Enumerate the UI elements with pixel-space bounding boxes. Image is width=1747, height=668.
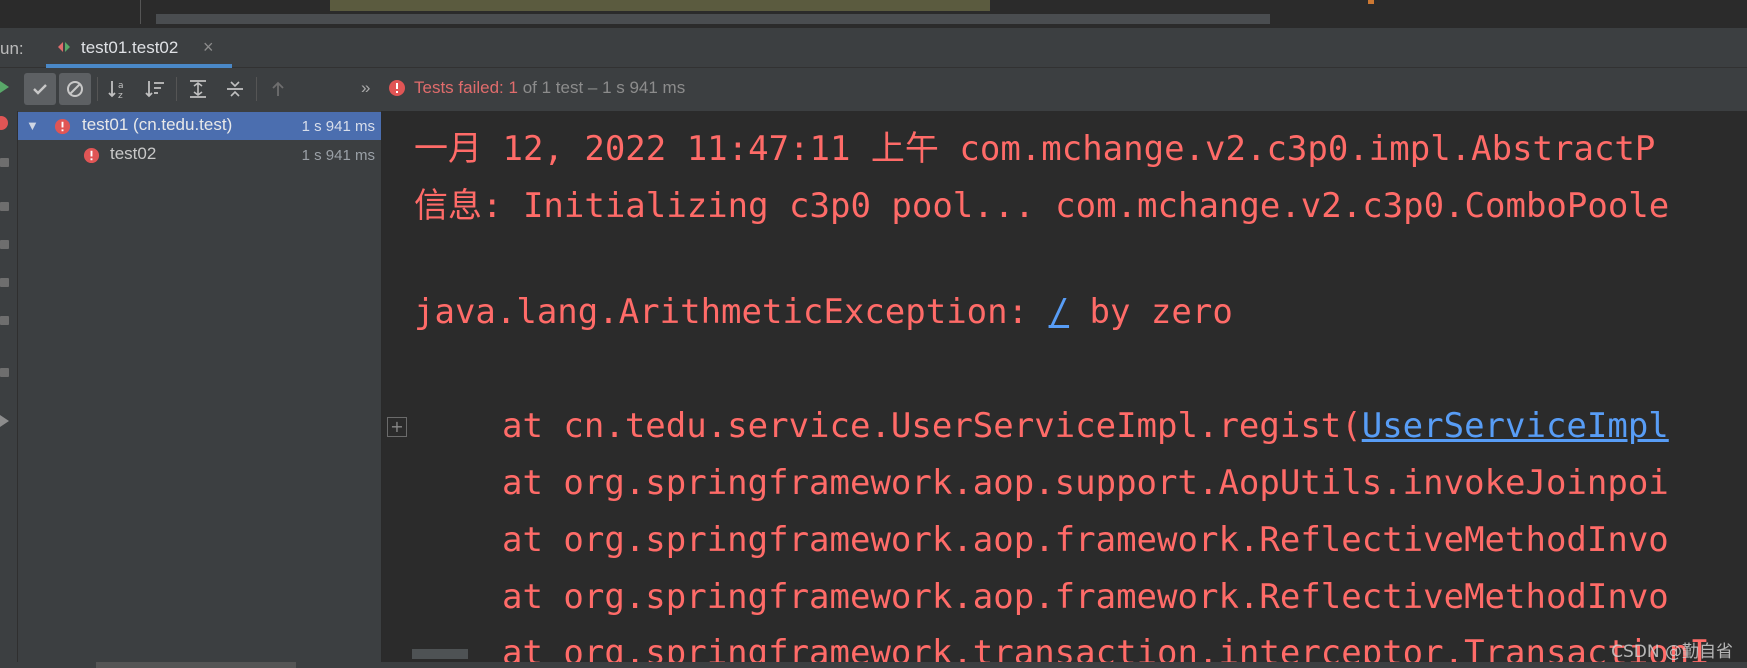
editor-horizontal-scrollbar[interactable] bbox=[156, 14, 1270, 24]
action-icon[interactable] bbox=[0, 316, 9, 325]
scrollbar-thumb[interactable] bbox=[96, 662, 296, 668]
highlighted-line bbox=[330, 0, 990, 11]
layout-icon[interactable] bbox=[0, 368, 9, 377]
sort-duration-icon bbox=[145, 81, 164, 98]
test-tree: ▼ test01 (cn.tedu.test) 1 s 941 ms test0… bbox=[18, 111, 382, 668]
code-marker bbox=[1368, 0, 1374, 4]
run-tab-bar: un: test01.test02 × bbox=[0, 28, 1747, 68]
tab-title: test01.test02 bbox=[81, 38, 179, 57]
test-runner-toolbar: az » Tests failed: 1 of 1 test – 1 s 941… bbox=[17, 68, 1747, 111]
action-icon[interactable] bbox=[0, 278, 9, 287]
stack-frame: at org.springframework.aop.framework.Ref… bbox=[502, 577, 1669, 617]
action-icon[interactable] bbox=[0, 240, 9, 249]
source-link[interactable]: UserServiceImpl bbox=[1362, 406, 1669, 446]
error-icon bbox=[54, 118, 71, 140]
log-line: 信息: Initializing c3p0 pool... com.mchang… bbox=[414, 186, 1670, 226]
sort-alpha-icon: az bbox=[108, 81, 124, 100]
show-passed-button[interactable] bbox=[24, 73, 56, 105]
toolbar-separator bbox=[256, 77, 257, 101]
bottom-scrollbar bbox=[0, 662, 1747, 668]
failed-count: 1 bbox=[508, 78, 518, 97]
tree-item-test02[interactable]: test02 1 s 941 ms bbox=[18, 141, 381, 169]
toolbar-separator bbox=[97, 77, 98, 101]
error-icon bbox=[0, 116, 8, 130]
sort-by-duration-button[interactable] bbox=[139, 73, 171, 105]
error-icon bbox=[83, 147, 100, 169]
arrow-up-icon bbox=[272, 81, 284, 96]
editor-top-strip bbox=[0, 0, 1747, 28]
collapse-all-button[interactable] bbox=[219, 73, 251, 105]
pin-icon[interactable] bbox=[0, 414, 9, 432]
test-status: Tests failed: 1 of 1 test – 1 s 941 ms bbox=[414, 78, 686, 97]
console-output[interactable]: 一月 12, 2022 11:47:11 上午 com.mchange.v2.c… bbox=[382, 111, 1747, 668]
log-line: 一月 12, 2022 11:47:11 上午 com.mchange.v2.c… bbox=[414, 129, 1656, 169]
tree-item-label: test02 bbox=[110, 144, 157, 163]
stack-frame: at org.springframework.aop.support.AopUt… bbox=[502, 463, 1669, 503]
expand-all-button[interactable] bbox=[182, 73, 214, 105]
exception-line: java.lang.ArithmeticException: / by zero bbox=[414, 292, 1233, 332]
check-icon bbox=[33, 84, 47, 95]
console-scrollbar-thumb[interactable] bbox=[412, 649, 468, 659]
ignored-icon bbox=[67, 81, 83, 97]
toolbar-separator bbox=[176, 77, 177, 101]
tree-item-label: test01 (cn.tedu.test) bbox=[82, 115, 233, 134]
run-side-toolbar bbox=[0, 68, 18, 668]
sort-alphabetically-button[interactable]: az bbox=[102, 73, 134, 105]
tree-item-duration: 1 s 941 ms bbox=[301, 147, 375, 164]
previous-failed-button[interactable] bbox=[262, 73, 294, 105]
svg-text:z: z bbox=[118, 91, 123, 100]
more-actions-button[interactable]: » bbox=[361, 78, 370, 98]
svg-text:a: a bbox=[118, 81, 124, 91]
stack-frame: at org.springframework.aop.framework.Ref… bbox=[502, 520, 1669, 560]
expand-all-icon bbox=[190, 80, 206, 98]
expand-arrow-icon[interactable]: ▼ bbox=[26, 118, 39, 133]
tree-item-test01[interactable]: ▼ test01 (cn.tedu.test) 1 s 941 ms bbox=[18, 112, 381, 140]
error-icon bbox=[388, 79, 406, 102]
close-icon[interactable]: × bbox=[203, 37, 214, 58]
tree-item-duration: 1 s 941 ms bbox=[301, 118, 375, 135]
tab-test01-test02[interactable]: test01.test02 × bbox=[46, 28, 232, 68]
watermark: CSDN @勤自省 bbox=[1611, 642, 1733, 662]
fold-expand-icon[interactable]: + bbox=[387, 417, 407, 437]
action-icon[interactable] bbox=[0, 202, 9, 211]
gutter-divider bbox=[140, 0, 141, 24]
run-config-icon bbox=[56, 39, 72, 55]
action-icon[interactable] bbox=[0, 158, 9, 167]
run-label: un: bbox=[0, 39, 24, 58]
stack-frame: at cn.tedu.service.UserServiceImpl.regis… bbox=[502, 406, 1669, 446]
collapse-all-icon bbox=[227, 81, 243, 97]
show-ignored-button[interactable] bbox=[59, 73, 91, 105]
exception-link[interactable]: / bbox=[1049, 292, 1069, 332]
rerun-icon[interactable] bbox=[0, 80, 9, 98]
